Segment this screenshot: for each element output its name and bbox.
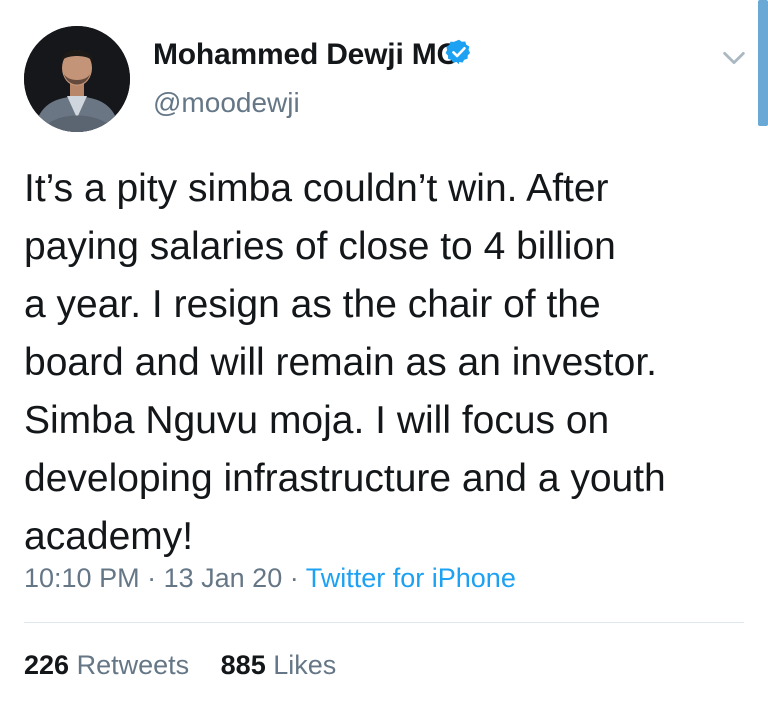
verified-badge-icon: [445, 39, 471, 65]
retweets-count: 226: [24, 650, 70, 680]
meta-separator: ·: [289, 563, 299, 593]
tweet-stats: 226 Retweets 885 Likes: [24, 650, 336, 681]
scroll-indicator: [758, 0, 768, 126]
tweet-meta: 10:10 PM · 13 Jan 20 · Twitter for iPhon…: [24, 563, 516, 594]
display-name[interactable]: Mohammed Dewji MO: [153, 38, 460, 72]
divider: [24, 622, 744, 623]
likes-count: 885: [220, 650, 266, 680]
likes-label: Likes: [273, 650, 337, 680]
tweet-source-link[interactable]: Twitter for iPhone: [306, 563, 516, 593]
meta-separator: ·: [147, 563, 157, 593]
profile-photo: [24, 26, 130, 132]
handle[interactable]: @moodewji: [153, 87, 300, 119]
avatar[interactable]: [24, 26, 130, 132]
retweets-label: Retweets: [76, 650, 190, 680]
retweets-stat[interactable]: 226 Retweets: [24, 650, 189, 681]
tweet-date[interactable]: 13 Jan 20: [164, 563, 283, 593]
chevron-down-icon[interactable]: [720, 44, 748, 72]
likes-stat[interactable]: 885 Likes: [221, 650, 337, 681]
tweet-text: It’s a pity simba couldn’t win. After pa…: [24, 167, 666, 558]
tweet-time[interactable]: 10:10 PM: [24, 563, 140, 593]
